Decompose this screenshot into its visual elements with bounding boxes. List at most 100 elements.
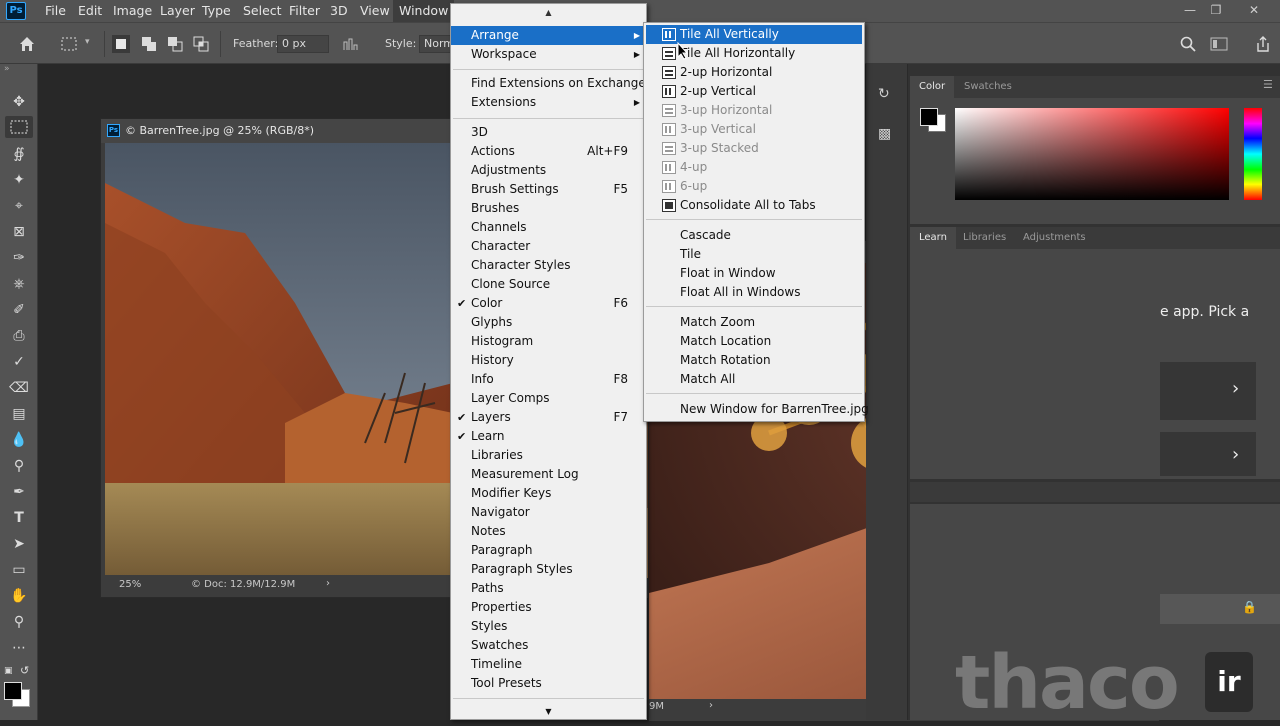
arrange-item-consolidate-all-to-tabs[interactable]: Consolidate All to Tabs — [646, 196, 862, 215]
anti-alias-icon[interactable] — [342, 36, 360, 52]
home-icon[interactable] — [18, 35, 36, 53]
blur-tool-icon[interactable]: 💧 — [9, 430, 29, 450]
hand-tool-icon[interactable]: ✋ — [9, 586, 29, 606]
menu-3d[interactable]: 3D — [330, 0, 348, 22]
eyedropper-icon[interactable]: ✑ — [9, 248, 29, 268]
menu-image[interactable]: Image — [113, 0, 152, 22]
learn-card[interactable]: › — [1160, 362, 1256, 420]
window-menu-item-glyphs[interactable]: Glyphs — [451, 313, 646, 332]
window-menu-item-learn[interactable]: ✔ Learn — [451, 427, 646, 446]
collapse-icon[interactable]: » — [4, 64, 10, 74]
arrange-item-match-all[interactable]: Match All — [646, 370, 862, 389]
menu-view[interactable]: View — [360, 0, 390, 22]
swap-colors-icon[interactable]: ↺ — [20, 664, 29, 677]
window-menu-item-brushes[interactable]: Brushes — [451, 199, 646, 218]
layer-row[interactable]: 🔒 — [1160, 594, 1280, 624]
brush-tool-icon[interactable]: ✐ — [9, 300, 29, 320]
scroll-down-icon[interactable]: ▼ — [451, 707, 646, 716]
add-selection-icon[interactable] — [140, 35, 158, 53]
window-menu-item-paragraph-styles[interactable]: Paragraph Styles — [451, 560, 646, 579]
arrange-item-2-up-horizontal[interactable]: 2-up Horizontal — [646, 63, 862, 82]
menu-window[interactable]: Window — [393, 0, 455, 22]
menu-layer[interactable]: Layer — [160, 0, 195, 22]
window-menu-item-layers[interactable]: ✔ Layers F7 — [451, 408, 646, 427]
eraser-icon[interactable]: ⌫ — [9, 378, 29, 398]
arrange-item-cascade[interactable]: Cascade — [646, 226, 862, 245]
crop-tool-icon[interactable]: ⌖ — [9, 196, 29, 216]
quick-selection-icon[interactable]: ✦ — [9, 170, 29, 190]
document-titlebar[interactable]: Ps © BarrenTree.jpg @ 25% (RGB/8*) — [101, 119, 453, 143]
subtract-selection-icon[interactable] — [166, 35, 184, 53]
rectangle-tool-icon[interactable]: ▭ — [9, 560, 29, 580]
arrange-item-float-in-window[interactable]: Float in Window — [646, 264, 862, 283]
window-menu-item-adjustments[interactable]: Adjustments — [451, 161, 646, 180]
arrange-item-match-rotation[interactable]: Match Rotation — [646, 351, 862, 370]
window-menu-item-info[interactable]: Info F8 — [451, 370, 646, 389]
window-menu-item-character[interactable]: Character — [451, 237, 646, 256]
tab-adjustments[interactable]: Adjustments — [1014, 227, 1095, 249]
default-colors-icon[interactable]: ▣ — [4, 666, 13, 676]
clone-stamp-icon[interactable]: ⎙ — [9, 326, 29, 346]
pen-tool-icon[interactable]: ✒ — [9, 482, 29, 502]
window-menu-item-libraries[interactable]: Libraries — [451, 446, 646, 465]
window-menu-item-paragraph[interactable]: Paragraph — [451, 541, 646, 560]
window-menu-item-clone-source[interactable]: Clone Source — [451, 275, 646, 294]
tab-learn[interactable]: Learn — [910, 227, 956, 249]
window-menu-item-notes[interactable]: Notes — [451, 522, 646, 541]
style-select[interactable]: Norma — [419, 35, 451, 53]
3d-panel-icon[interactable]: ▩ — [878, 126, 891, 142]
share-icon[interactable] — [1255, 35, 1271, 53]
history-brush-icon[interactable]: ✓ — [9, 352, 29, 372]
dodge-tool-icon[interactable]: ⚲ — [9, 456, 29, 476]
menu-filter[interactable]: Filter — [289, 0, 320, 22]
new-selection-icon[interactable] — [112, 35, 130, 53]
window-menu-item-histogram[interactable]: Histogram — [451, 332, 646, 351]
window-menu-item-timeline[interactable]: Timeline — [451, 655, 646, 674]
menu-select[interactable]: Select — [243, 0, 282, 22]
window-menu-item-extensions[interactable]: Extensions ▶ — [451, 93, 646, 112]
marquee-preset-icon[interactable] — [60, 35, 78, 53]
more-tools-icon[interactable]: ⋯ — [9, 638, 29, 658]
menu-file[interactable]: File — [45, 0, 66, 22]
tab-libraries[interactable]: Libraries — [954, 227, 1015, 249]
window-menu-item-styles[interactable]: Styles — [451, 617, 646, 636]
window-menu-item-channels[interactable]: Channels — [451, 218, 646, 237]
learn-card[interactable]: › — [1160, 432, 1256, 476]
chevron-down-icon[interactable]: ▾ — [85, 37, 90, 47]
window-menu-item-paths[interactable]: Paths — [451, 579, 646, 598]
intersect-selection-icon[interactable] — [192, 35, 210, 53]
panel-menu-icon[interactable]: ☰ — [1263, 78, 1273, 91]
window-menu-item-color[interactable]: ✔ Color F6 — [451, 294, 646, 313]
arrange-item-tile[interactable]: Tile — [646, 245, 862, 264]
window-menu-item-measurement-log[interactable]: Measurement Log — [451, 465, 646, 484]
window-menu-item-layer-comps[interactable]: Layer Comps — [451, 389, 646, 408]
restore-icon[interactable]: ❐ — [1208, 2, 1224, 18]
history-panel-icon[interactable]: ↻ — [878, 86, 890, 102]
tab-color[interactable]: Color — [910, 76, 955, 98]
arrange-item-float-all-in-windows[interactable]: Float All in Windows — [646, 283, 862, 302]
path-selection-icon[interactable]: ➤ — [9, 534, 29, 554]
arrange-item-new-window-for-barrentree-jpg[interactable]: New Window for BarrenTree.jpg — [646, 400, 869, 419]
foreground-color-swatch[interactable] — [4, 682, 22, 700]
menu-type[interactable]: Type — [202, 0, 231, 22]
arrange-item-2-up-vertical[interactable]: 2-up Vertical — [646, 82, 862, 101]
status-arrow-icon[interactable]: › — [709, 700, 713, 711]
arrange-item-match-zoom[interactable]: Match Zoom — [646, 313, 862, 332]
minimize-icon[interactable]: — — [1182, 2, 1198, 18]
window-menu-item-navigator[interactable]: Navigator — [451, 503, 646, 522]
rectangular-marquee-icon[interactable] — [10, 119, 28, 135]
zoom-tool-icon[interactable]: ⚲ — [9, 612, 29, 632]
window-menu-item-properties[interactable]: Properties — [451, 598, 646, 617]
lasso-tool-icon[interactable]: ∯ — [9, 144, 29, 164]
window-menu-item-history[interactable]: History — [451, 351, 646, 370]
window-menu-item-3d[interactable]: 3D — [451, 123, 646, 142]
workspace-icon[interactable] — [1210, 37, 1228, 51]
gradient-icon[interactable]: ▤ — [9, 404, 29, 424]
scroll-up-icon[interactable]: ▲ — [451, 8, 646, 17]
window-menu-item-brush-settings[interactable]: Brush Settings F5 — [451, 180, 646, 199]
foreground-color-swatch[interactable] — [920, 108, 938, 126]
healing-brush-icon[interactable]: ⎈ — [9, 274, 29, 294]
window-menu-item-workspace[interactable]: Workspace ▶ — [451, 45, 646, 64]
close-icon[interactable]: ✕ — [1246, 2, 1262, 18]
status-arrow-icon[interactable]: › — [326, 578, 330, 589]
